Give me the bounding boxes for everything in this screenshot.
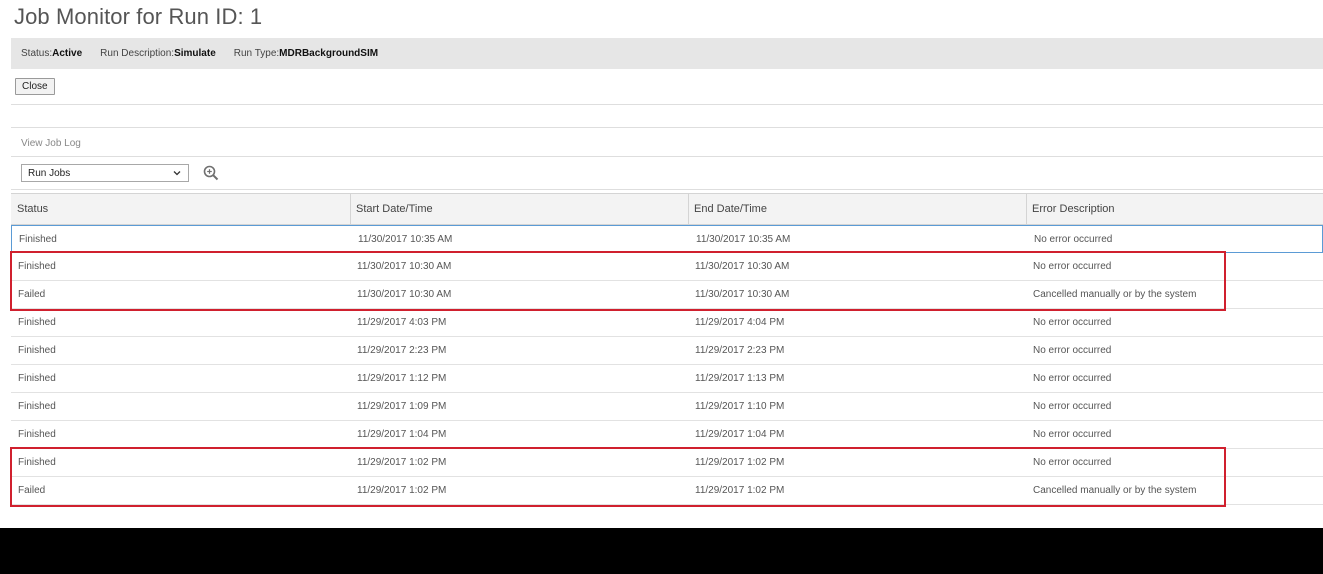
cell-error-description: No error occurred xyxy=(1033,373,1112,384)
cell-status: Finished xyxy=(18,317,56,328)
cell-end-date: 11/29/2017 1:02 PM xyxy=(695,485,785,496)
run-type-value: MDRBackgroundSIM xyxy=(279,48,379,59)
cell-start-date: 11/29/2017 1:12 PM xyxy=(357,373,447,384)
cell-start-date: 11/29/2017 1:09 PM xyxy=(357,401,447,412)
run-description-label: Run Description: xyxy=(100,48,175,59)
cell-error-description: No error occurred xyxy=(1033,345,1112,356)
table-row[interactable]: Finished 11/29/2017 1:04 PM 11/29/2017 1… xyxy=(11,421,1323,449)
cell-error-description: No error occurred xyxy=(1034,234,1113,245)
cell-start-date: 11/30/2017 10:35 AM xyxy=(358,234,453,245)
cell-status: Finished xyxy=(18,373,56,384)
divider xyxy=(11,156,1323,157)
cell-error-description: No error occurred xyxy=(1033,261,1112,272)
cell-start-date: 11/30/2017 10:30 AM xyxy=(357,261,452,272)
cell-start-date: 11/29/2017 1:04 PM xyxy=(357,429,447,440)
cell-error-description: No error occurred xyxy=(1033,401,1112,412)
cell-status: Failed xyxy=(18,289,46,300)
cell-error-description: Cancelled manually or by the system xyxy=(1033,485,1197,496)
cell-error-description: No error occurred xyxy=(1033,457,1112,468)
run-status-value: Active xyxy=(52,48,83,59)
run-status-bar: Status:Active Run Description:Simulate R… xyxy=(11,38,1323,69)
divider xyxy=(11,127,1323,128)
column-header-error-description[interactable]: Error Description xyxy=(1026,194,1323,224)
cell-status: Finished xyxy=(18,261,56,272)
cell-status: Finished xyxy=(18,457,56,468)
cell-start-date: 11/29/2017 1:02 PM xyxy=(357,457,447,468)
cell-end-date: 11/29/2017 1:04 PM xyxy=(695,429,785,440)
page-title: Job Monitor for Run ID: 1 xyxy=(14,4,263,29)
view-job-log-label: View Job Log xyxy=(21,138,81,149)
run-status-field: Status:Active xyxy=(21,48,82,59)
screenshot-black-band xyxy=(0,528,1323,574)
cell-error-description: No error occurred xyxy=(1033,429,1112,440)
job-type-selected-value: Run Jobs xyxy=(28,167,71,179)
table-row[interactable]: Finished 11/30/2017 10:30 AM 11/30/2017 … xyxy=(11,253,1323,281)
zoom-search-icon[interactable] xyxy=(202,164,220,182)
cell-status: Failed xyxy=(18,485,46,496)
run-description-value: Simulate xyxy=(174,48,216,59)
table-header: Status Start Date/Time End Date/Time Err… xyxy=(11,193,1323,225)
table-row[interactable]: Finished 11/29/2017 4:03 PM 11/29/2017 4… xyxy=(11,309,1323,337)
table-row[interactable]: Finished 11/29/2017 2:23 PM 11/29/2017 2… xyxy=(11,337,1323,365)
table-row[interactable]: Finished 11/29/2017 1:09 PM 11/29/2017 1… xyxy=(11,393,1323,421)
cell-error-description: Cancelled manually or by the system xyxy=(1033,289,1197,300)
cell-end-date: 11/30/2017 10:30 AM xyxy=(695,261,790,272)
cell-start-date: 11/30/2017 10:30 AM xyxy=(357,289,452,300)
run-status-label: Status: xyxy=(21,48,53,59)
chevron-down-icon xyxy=(173,171,181,176)
column-header-start-date[interactable]: Start Date/Time xyxy=(350,194,688,224)
table-row[interactable]: Finished 11/29/2017 1:02 PM 11/29/2017 1… xyxy=(11,449,1323,477)
cell-end-date: 11/29/2017 1:10 PM xyxy=(695,401,785,412)
column-header-status[interactable]: Status xyxy=(11,194,350,224)
column-header-end-date[interactable]: End Date/Time xyxy=(688,194,1026,224)
job-type-select[interactable]: Run Jobs xyxy=(21,164,189,182)
cell-end-date: 11/29/2017 4:04 PM xyxy=(695,317,785,328)
divider xyxy=(11,104,1323,105)
run-type-label: Run Type: xyxy=(233,48,280,59)
divider xyxy=(11,189,1323,190)
table-row[interactable]: Failed 11/30/2017 10:30 AM 11/30/2017 10… xyxy=(11,281,1323,309)
table-row[interactable]: Finished 11/30/2017 10:35 AM 11/30/2017 … xyxy=(11,225,1323,253)
cell-end-date: 11/30/2017 10:30 AM xyxy=(695,289,790,300)
cell-start-date: 11/29/2017 1:02 PM xyxy=(357,485,447,496)
cell-status: Finished xyxy=(18,429,56,440)
cell-end-date: 11/29/2017 1:13 PM xyxy=(695,373,785,384)
run-type-field: Run Type:MDRBackgroundSIM xyxy=(234,48,378,59)
cell-status: Finished xyxy=(18,401,56,412)
run-description-field: Run Description:Simulate xyxy=(100,48,216,59)
cell-end-date: 11/29/2017 1:02 PM xyxy=(695,457,785,468)
cell-error-description: No error occurred xyxy=(1033,317,1112,328)
close-button[interactable]: Close xyxy=(15,78,55,95)
cell-start-date: 11/29/2017 4:03 PM xyxy=(357,317,447,328)
job-table-body: Finished 11/30/2017 10:35 AM 11/30/2017 … xyxy=(11,225,1323,505)
cell-start-date: 11/29/2017 2:23 PM xyxy=(357,345,447,356)
cell-status: Finished xyxy=(18,345,56,356)
cell-end-date: 11/29/2017 2:23 PM xyxy=(695,345,785,356)
cell-end-date: 11/30/2017 10:35 AM xyxy=(696,234,791,245)
table-row[interactable]: Finished 11/29/2017 1:12 PM 11/29/2017 1… xyxy=(11,365,1323,393)
cell-status: Finished xyxy=(19,234,57,245)
table-row[interactable]: Failed 11/29/2017 1:02 PM 11/29/2017 1:0… xyxy=(11,477,1323,505)
